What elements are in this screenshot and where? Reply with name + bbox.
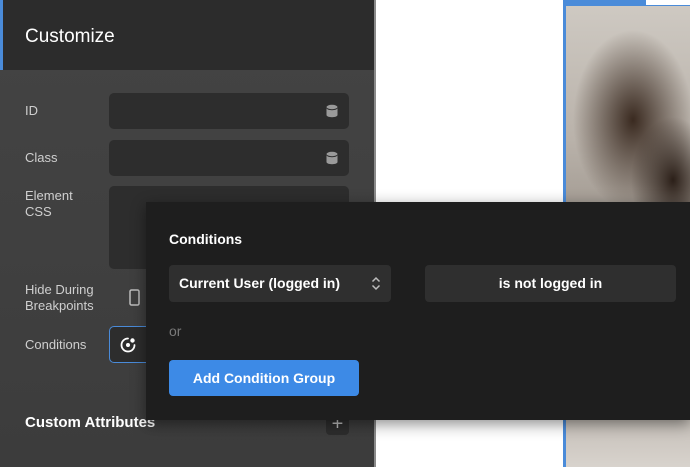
mobile-device-icon[interactable]	[124, 289, 144, 307]
hide-label-line1: Hide During	[25, 282, 94, 297]
conditions-label: Conditions	[25, 337, 87, 352]
popup-title: Conditions	[169, 231, 243, 247]
condition-type-select[interactable]: Current User (logged in)	[169, 265, 391, 302]
add-condition-group-button[interactable]: Add Condition Group	[169, 360, 359, 396]
element-css-label-line1: Element	[25, 188, 73, 203]
or-label: or	[169, 323, 182, 339]
conditions-popup: Conditions Current User (logged in) is n…	[146, 202, 690, 420]
conditions-button[interactable]	[109, 326, 149, 363]
id-input[interactable]	[109, 93, 349, 129]
database-icon[interactable]	[326, 151, 338, 165]
id-label: ID	[25, 103, 38, 118]
hide-breakpoints-label: Hide During Breakpoints	[25, 282, 94, 314]
canvas-top-strip	[646, 0, 690, 5]
class-input[interactable]	[109, 140, 349, 176]
custom-attributes-heading: Custom Attributes	[25, 414, 156, 431]
condition-type-value: Current User (logged in)	[179, 275, 341, 291]
database-icon[interactable]	[326, 104, 338, 118]
panel-title: Customize	[25, 26, 115, 47]
conditions-icon	[120, 337, 136, 353]
condition-value-select[interactable]: is not logged in	[425, 265, 676, 302]
class-label: Class	[25, 150, 58, 165]
hide-label-line2: Breakpoints	[25, 298, 94, 313]
condition-value: is not logged in	[498, 275, 603, 291]
panel-header: Customize	[0, 0, 374, 70]
element-css-label: Element CSS	[25, 188, 73, 220]
element-css-label-line2: CSS	[25, 204, 52, 219]
chevron-up-down-icon	[371, 276, 381, 291]
